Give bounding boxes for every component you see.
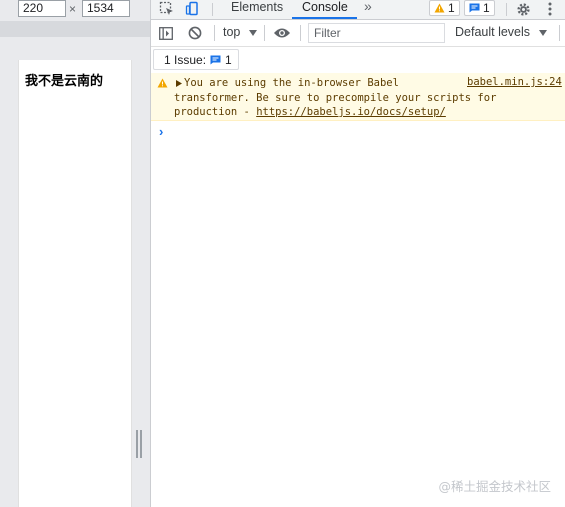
chevron-down-icon — [538, 30, 547, 36]
context-selector-label: top — [223, 25, 241, 39]
device-toolbar-icon[interactable] — [183, 0, 203, 18]
issues-button[interactable]: 1 Issue: 1 — [153, 49, 239, 70]
message-icon — [469, 3, 480, 13]
dimension-separator: × — [69, 2, 77, 16]
resize-handle[interactable] — [136, 430, 143, 458]
inspect-element-icon[interactable] — [157, 0, 177, 18]
issues-bar: 1 Issue: 1 — [151, 47, 565, 74]
device-height-input[interactable]: 1534 — [82, 0, 130, 17]
chevron-down-icon — [248, 30, 257, 36]
watermark: @稀土掘金技术社区 — [438, 479, 551, 494]
console-prompt[interactable]: › — [159, 124, 163, 139]
messages-badge[interactable]: 1 — [464, 0, 495, 16]
devtools-panel: Elements Console » 1 1 top Filter Defaul… — [150, 0, 565, 507]
warning-icon — [157, 78, 168, 88]
babel-docs-link[interactable]: https://babeljs.io/docs/setup/ — [256, 106, 446, 118]
issues-label: 1 Issue: — [164, 52, 207, 67]
page-content-text: 我不是云南的 — [25, 74, 104, 89]
device-ruler-strip — [0, 21, 150, 37]
log-levels-label: Default levels — [455, 25, 531, 39]
issue-message-icon — [210, 55, 221, 64]
messages-count: 1 — [483, 1, 490, 15]
live-expression-eye-icon[interactable] — [271, 24, 293, 42]
warnings-badge[interactable]: 1 — [429, 0, 460, 16]
settings-gear-icon[interactable] — [513, 0, 533, 18]
device-width-input[interactable]: 220 — [18, 0, 66, 17]
warning-icon — [434, 3, 445, 13]
devtools-tabbar: Elements Console » 1 1 — [151, 0, 565, 20]
tab-console[interactable]: Console — [302, 0, 348, 18]
console-warning-row[interactable]: You are using the in-browser Babel trans… — [151, 73, 565, 121]
device-pane: 220 × 1534 我不是云南的 — [0, 0, 150, 507]
context-selector[interactable]: top — [223, 25, 257, 39]
device-viewport[interactable]: 我不是云南的 — [18, 60, 132, 507]
active-tab-indicator — [292, 17, 357, 19]
tab-elements[interactable]: Elements — [231, 0, 283, 18]
warnings-count: 1 — [448, 1, 455, 15]
log-levels-dropdown[interactable]: Default levels — [455, 25, 547, 39]
issues-count: 1 — [225, 52, 232, 67]
clear-console-icon[interactable] — [186, 24, 204, 42]
kebab-menu-icon[interactable] — [543, 0, 557, 18]
filter-input[interactable]: Filter — [308, 23, 445, 43]
sidebar-toggle-icon[interactable] — [157, 24, 175, 42]
warning-source-link[interactable]: babel.min.js:24 — [467, 76, 562, 88]
more-tabs-icon[interactable]: » — [364, 0, 372, 18]
warning-message: You are using the in-browser Babel trans… — [174, 77, 497, 118]
console-toolbar: top Filter Default levels — [151, 20, 565, 47]
